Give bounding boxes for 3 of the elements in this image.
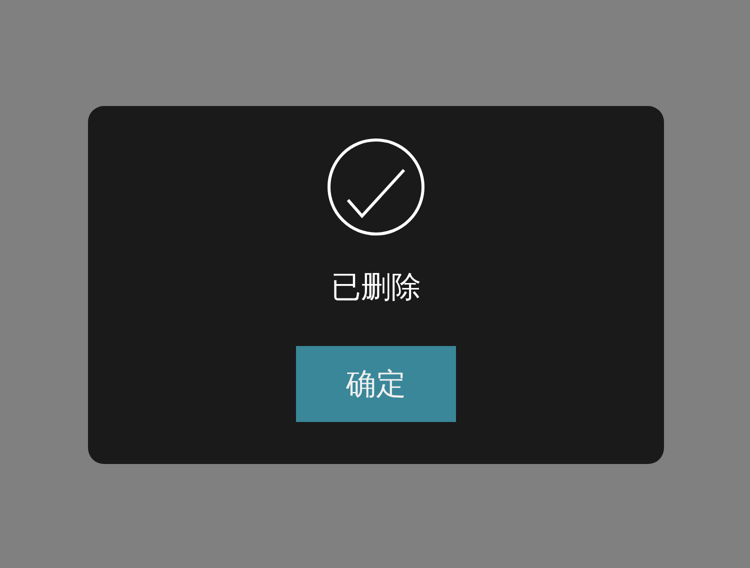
checkmark-icon — [326, 138, 426, 238]
confirm-button[interactable]: 确定 — [296, 346, 456, 422]
status-message: 已删除 — [331, 270, 421, 306]
